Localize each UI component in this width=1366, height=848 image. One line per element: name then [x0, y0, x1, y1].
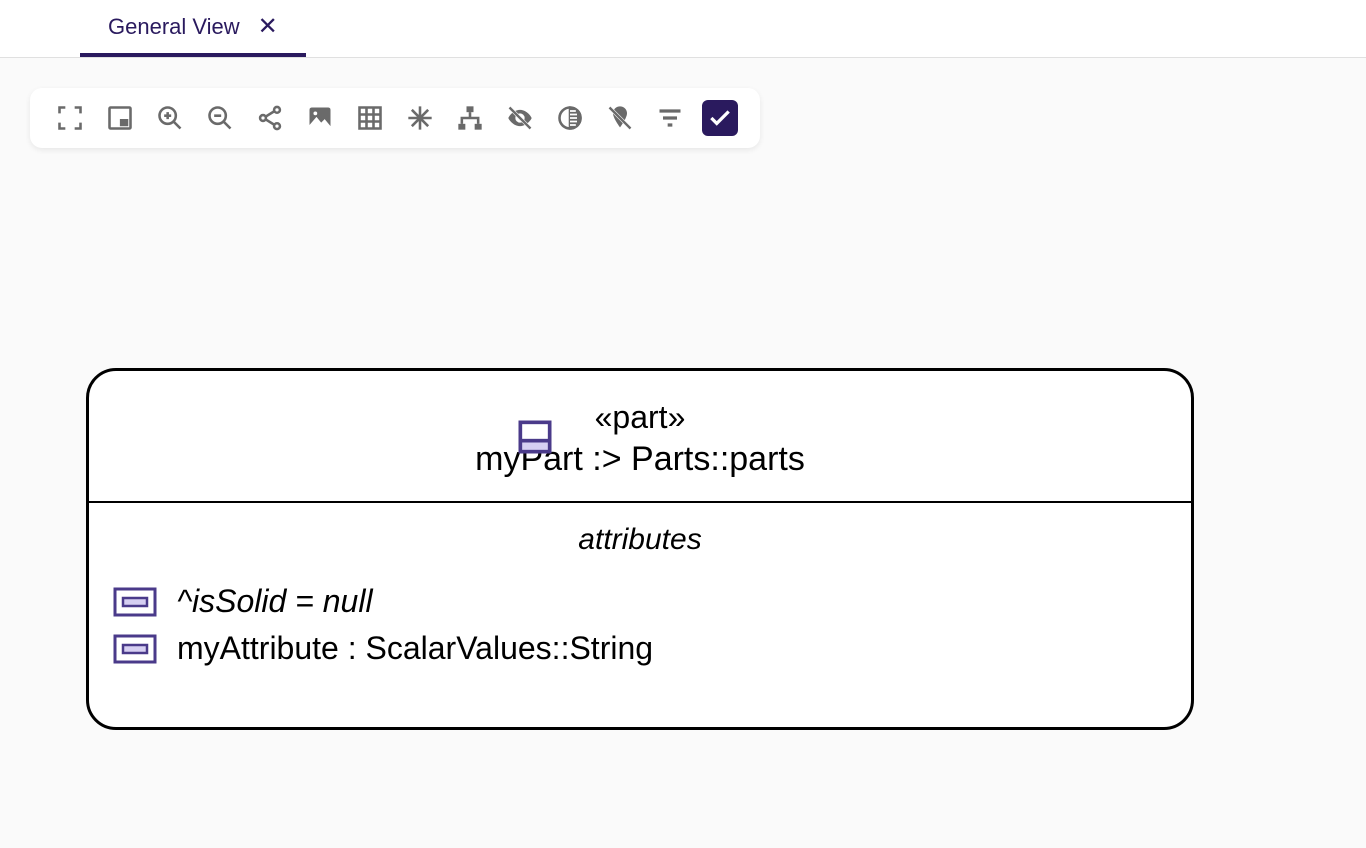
filter-icon[interactable]	[652, 100, 688, 136]
tab-label: General View	[108, 14, 240, 40]
zoom-out-icon[interactable]	[202, 100, 238, 136]
tree-icon[interactable]	[452, 100, 488, 136]
attribute-row[interactable]: myAttribute : ScalarValues::String	[113, 630, 1167, 667]
attributes-section-label: attributes	[89, 503, 1191, 583]
contrast-icon[interactable]	[552, 100, 588, 136]
frame-icon[interactable]	[102, 100, 138, 136]
grid-icon[interactable]	[352, 100, 388, 136]
part-icon	[513, 415, 557, 464]
attribute-text: ^isSolid = null	[177, 583, 373, 620]
snap-icon[interactable]	[402, 100, 438, 136]
image-icon[interactable]	[302, 100, 338, 136]
tab-bar: General View ✕	[0, 0, 1366, 58]
visibility-off-icon[interactable]	[502, 100, 538, 136]
part-node[interactable]: «part» myPart :> Parts::parts attributes…	[86, 368, 1194, 730]
close-icon[interactable]: ✕	[258, 12, 278, 41]
attribute-icon	[113, 587, 157, 617]
diagram-toolbar	[30, 88, 760, 148]
diagram-canvas[interactable]: «part» myPart :> Parts::parts attributes…	[0, 58, 1366, 118]
attribute-icon	[113, 634, 157, 664]
check-icon[interactable]	[702, 100, 738, 136]
share-icon[interactable]	[252, 100, 288, 136]
zoom-in-icon[interactable]	[152, 100, 188, 136]
pin-off-icon[interactable]	[602, 100, 638, 136]
attribute-text: myAttribute : ScalarValues::String	[177, 630, 653, 667]
fit-icon[interactable]	[52, 100, 88, 136]
part-header: «part» myPart :> Parts::parts	[89, 371, 1191, 503]
part-name: myPart :> Parts::parts	[109, 440, 1171, 479]
tab-general-view[interactable]: General View ✕	[80, 0, 306, 57]
stereotype-label: «part»	[109, 399, 1171, 436]
attribute-row[interactable]: ^isSolid = null	[113, 583, 1167, 620]
attributes-list: ^isSolid = null myAttribute : ScalarValu…	[89, 583, 1191, 727]
